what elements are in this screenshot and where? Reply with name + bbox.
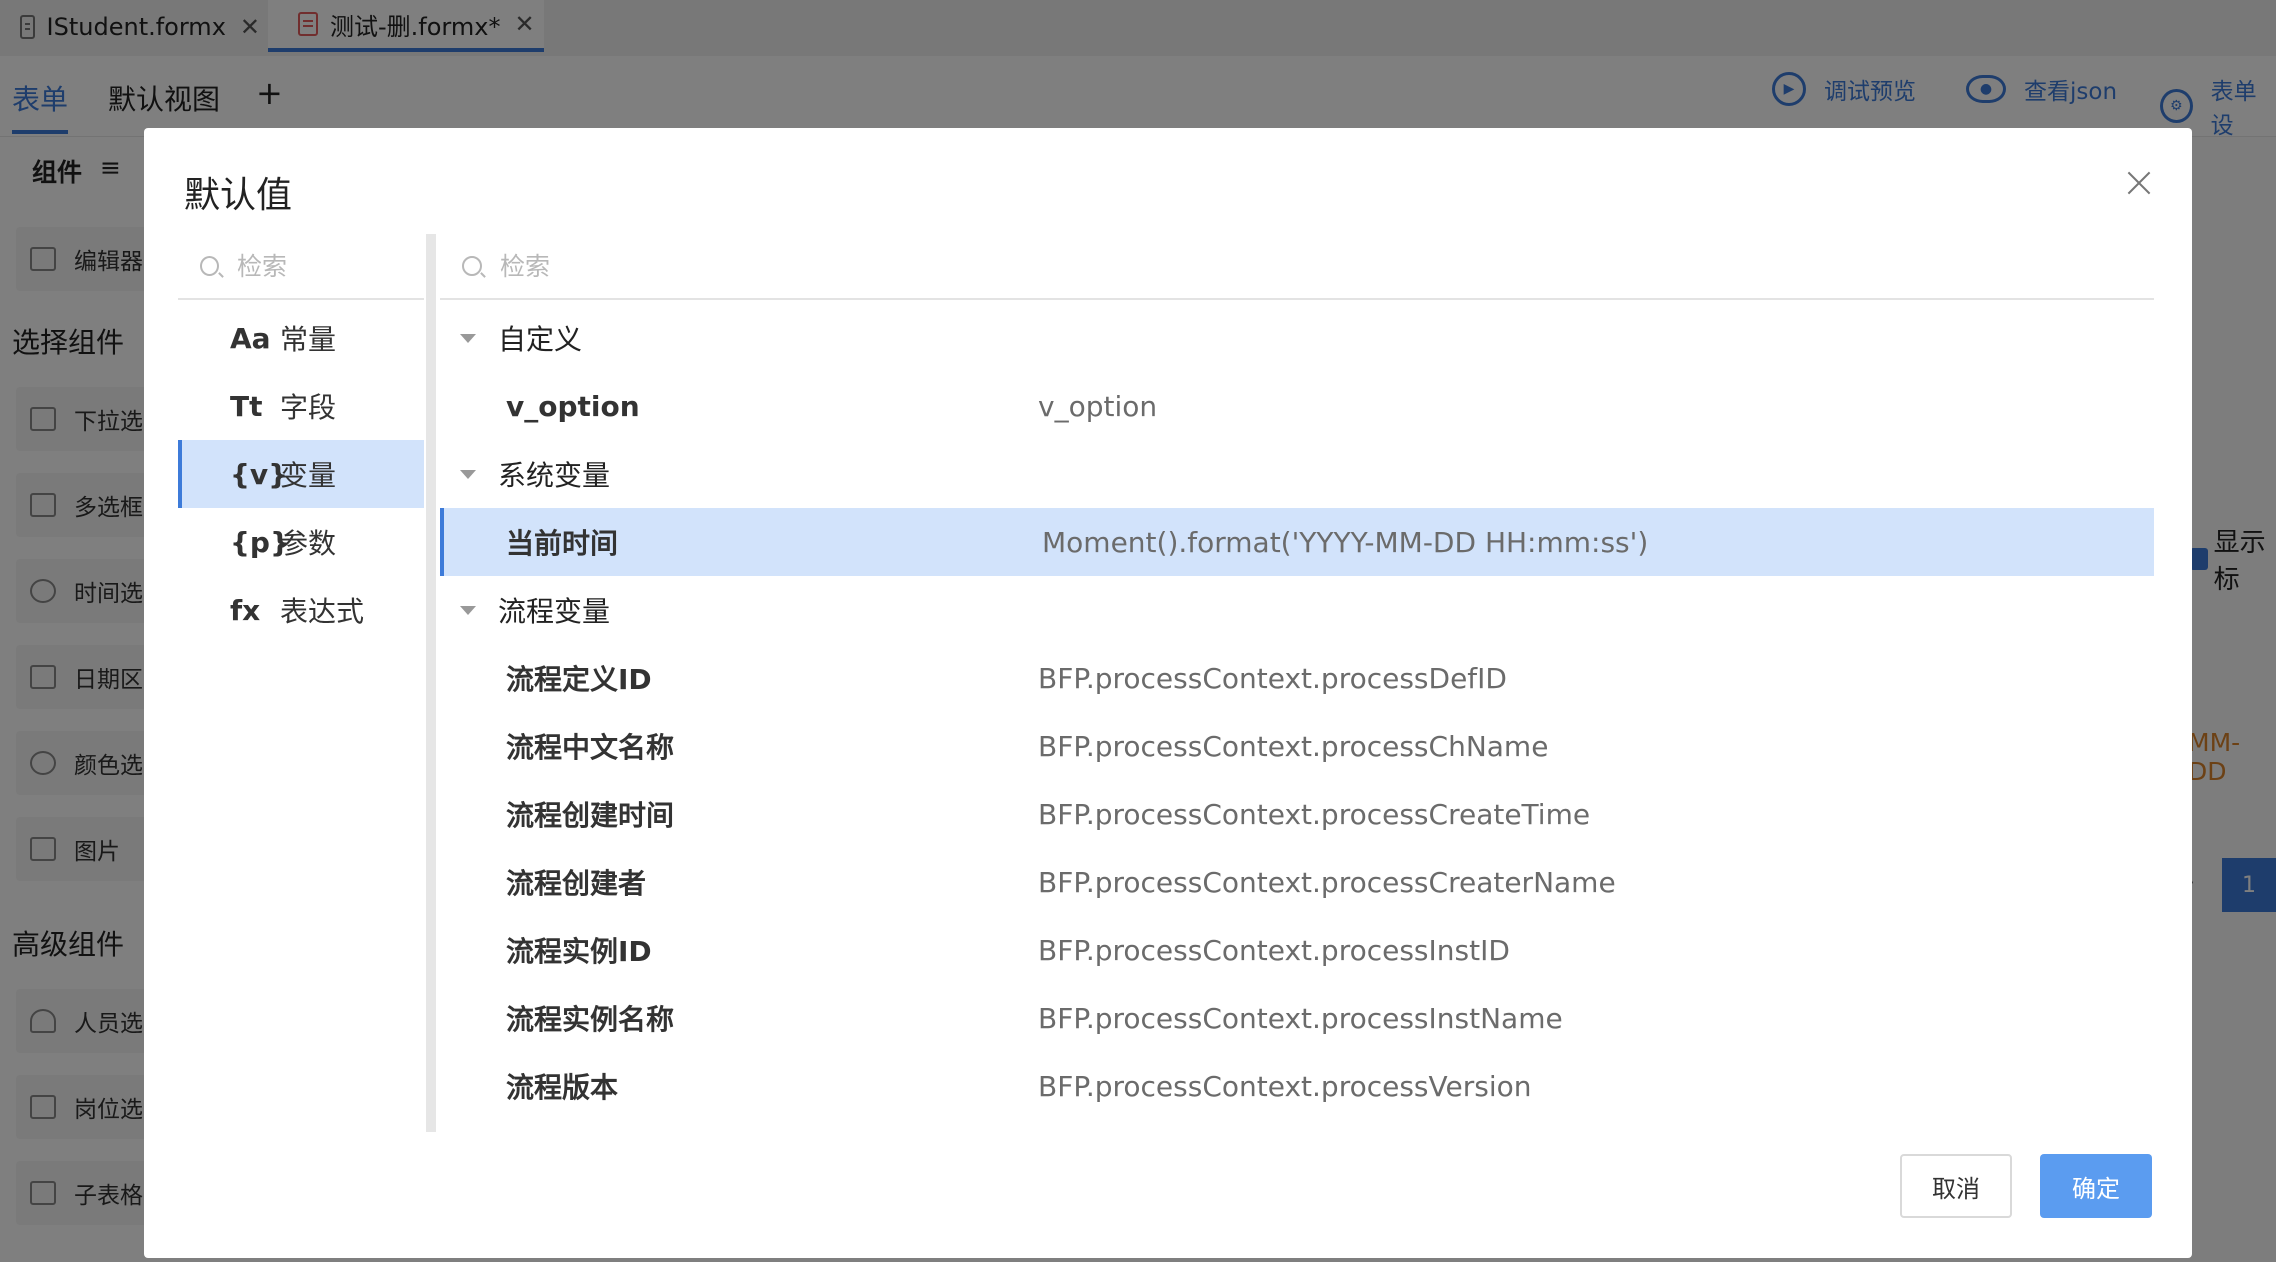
variable-value: Moment().format('YYYY-MM-DD HH:mm:ss') [1042, 525, 1649, 559]
field-icon: Tt [230, 389, 263, 423]
variable-name: 流程中文名称 [506, 731, 675, 764]
variable-name: 流程创建时间 [506, 799, 675, 832]
variable-value: BFP.processContext.processVersion [1038, 1069, 1532, 1103]
group-label: 流程变量 [498, 595, 611, 628]
variable-row[interactable]: 流程实例名称 BFP.processContext.processInstNam… [440, 984, 2154, 1052]
group-label: 自定义 [498, 323, 583, 356]
parameter-icon: {p} [230, 525, 290, 559]
variable-name: 当前时间 [506, 527, 619, 560]
variable-row[interactable]: 流程创建者 BFP.processContext.processCreaterN… [440, 848, 2154, 916]
caret-down-icon [460, 469, 476, 479]
category-expression[interactable]: fx 表达式 [178, 576, 424, 644]
group-system-variables[interactable]: 系统变量 [440, 440, 2154, 508]
variable-name: 流程版本 [506, 1071, 619, 1104]
variable-name: 流程创建者 [506, 867, 647, 900]
variable-value: BFP.processContext.processInstName [1038, 1001, 1563, 1035]
category-label: 参数 [280, 527, 337, 560]
category-label: 字段 [280, 391, 337, 424]
variable-value: BFP.processContext.processCreaterName [1038, 865, 1616, 899]
category-search[interactable] [178, 234, 424, 300]
variable-row[interactable]: v_option v_option [440, 372, 2154, 440]
category-panel: Aa 常量 Tt 字段 {v} 变量 {p} 参数 fx 表达式 [178, 234, 424, 1230]
variable-row-selected[interactable]: 当前时间 Moment().format('YYYY-MM-DD HH:mm:s… [440, 508, 2154, 576]
category-field[interactable]: Tt 字段 [178, 372, 424, 440]
variable-row[interactable]: 流程实例ID BFP.processContext.processInstID [440, 916, 2154, 984]
variable-panel: 自定义 v_option v_option 系统变量 当前时间 Moment()… [440, 234, 2154, 1230]
group-process-variables[interactable]: 流程变量 [440, 576, 2154, 644]
category-scrollbar[interactable] [426, 234, 436, 1132]
category-label: 常量 [280, 323, 337, 356]
close-icon[interactable] [2122, 166, 2156, 200]
variable-row[interactable]: 流程定义ID BFP.processContext.processDefID [440, 644, 2154, 712]
variable-name: v_option [506, 389, 640, 423]
variable-icon: {v} [230, 457, 289, 491]
variable-value: v_option [1038, 389, 1158, 423]
cancel-button[interactable]: 取消 [1900, 1154, 2012, 1218]
variable-row[interactable]: 流程中文名称 BFP.processContext.processChName [440, 712, 2154, 780]
function-icon: fx [230, 593, 261, 627]
group-label: 系统变量 [498, 459, 611, 492]
category-search-input[interactable] [235, 250, 424, 282]
variable-tree: 自定义 v_option v_option 系统变量 当前时间 Moment()… [440, 304, 2154, 1120]
search-icon [462, 256, 482, 276]
variable-value: BFP.processContext.processDefID [1038, 661, 1507, 695]
caret-down-icon [460, 333, 476, 343]
variable-name: 流程定义ID [506, 663, 652, 696]
search-icon [200, 256, 220, 276]
category-list: Aa 常量 Tt 字段 {v} 变量 {p} 参数 fx 表达式 [178, 304, 424, 644]
category-label: 变量 [280, 459, 337, 492]
category-parameter[interactable]: {p} 参数 [178, 508, 424, 576]
variable-value: BFP.processContext.processChName [1038, 729, 1549, 763]
variable-row[interactable]: 流程版本 BFP.processContext.processVersion [440, 1052, 2154, 1120]
caret-down-icon [460, 605, 476, 615]
confirm-button[interactable]: 确定 [2040, 1154, 2152, 1218]
variable-value: BFP.processContext.processInstID [1038, 933, 1510, 967]
default-value-dialog: 默认值 Aa 常量 Tt 字段 {v} 变量 {p} 参数 [144, 128, 2192, 1258]
category-variable[interactable]: {v} 变量 [178, 440, 424, 508]
variable-search-input[interactable] [498, 250, 1874, 282]
dialog-title: 默认值 [184, 175, 293, 216]
constant-icon: Aa [230, 321, 271, 355]
variable-search[interactable] [440, 234, 2154, 300]
group-custom[interactable]: 自定义 [440, 304, 2154, 372]
variable-name: 流程实例ID [506, 935, 652, 968]
variable-row[interactable]: 流程创建时间 BFP.processContext.processCreateT… [440, 780, 2154, 848]
category-label: 表达式 [280, 595, 365, 628]
variable-value: BFP.processContext.processCreateTime [1038, 797, 1591, 831]
variable-name: 流程实例名称 [506, 1003, 675, 1036]
category-constant[interactable]: Aa 常量 [178, 304, 424, 372]
